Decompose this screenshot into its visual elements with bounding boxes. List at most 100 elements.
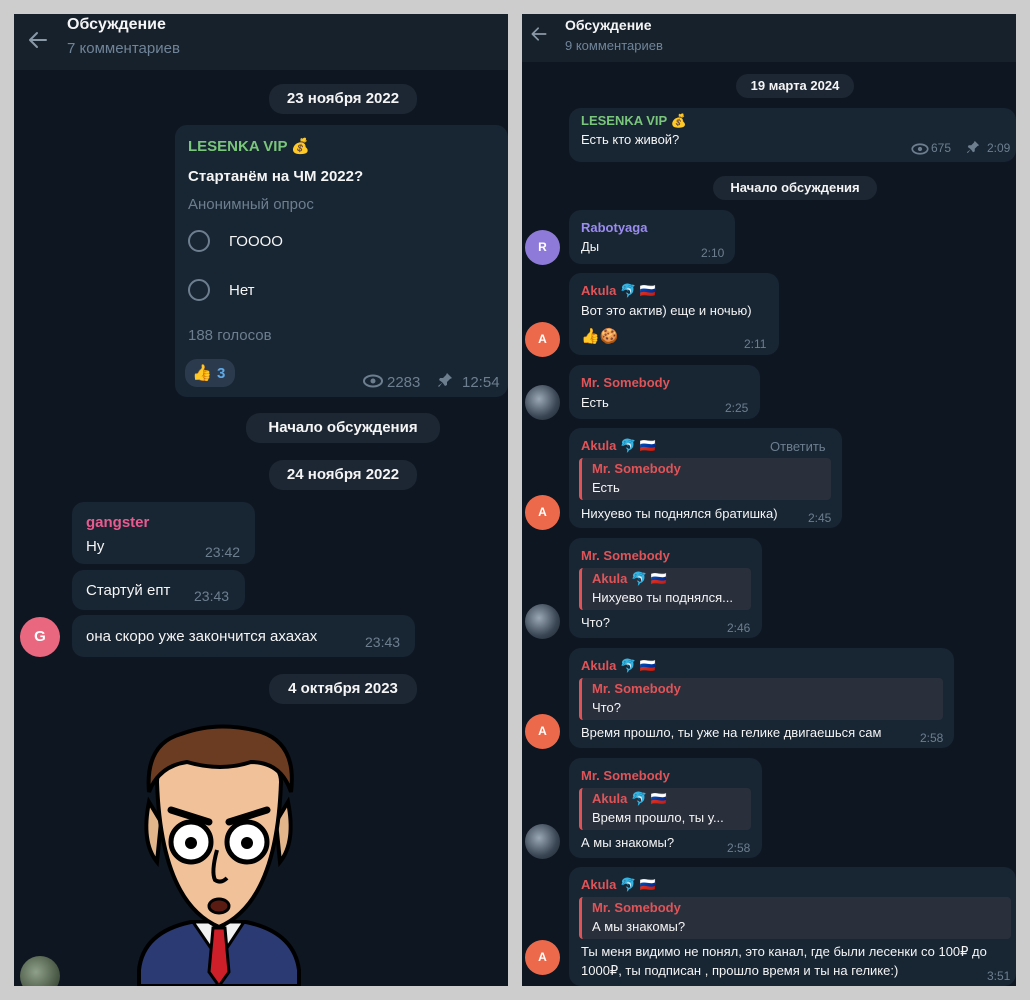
pin-icon [966, 140, 980, 159]
message-text: Нихуево ты поднялся братишка) [581, 506, 778, 521]
avatar[interactable]: A [525, 940, 560, 975]
message-text: Ну [86, 538, 105, 555]
poll-option-label[interactable]: ГОООО [229, 233, 283, 250]
message-time: 3:51 [987, 969, 1011, 983]
message-time: 2:11 [744, 337, 767, 351]
message-bubble: Rabotyaga Ды 2:10 [569, 210, 735, 264]
back-arrow-icon[interactable] [26, 28, 50, 52]
poll-votes-count: 188 голосов [188, 327, 272, 344]
poll-question: Стартанём на ЧМ 2022? [188, 168, 364, 185]
message-author[interactable]: Akula 🐬 🇷🇺 [581, 283, 656, 299]
reply-text: Время прошло, ты у... [592, 810, 724, 825]
message-time: 2:46 [727, 621, 751, 635]
date-separator: 23 ноября 2022 [269, 84, 417, 114]
avatar[interactable]: A [525, 322, 560, 357]
reaction-count: 3 [217, 365, 226, 382]
eye-icon [363, 374, 383, 393]
avatar[interactable] [525, 385, 560, 420]
discussion-start-label: Начало обсуждения [246, 413, 440, 443]
message-author[interactable]: Mr. Somebody [581, 375, 670, 390]
reply-author: Mr. Somebody [592, 461, 681, 476]
reply-text: Что? [592, 700, 621, 715]
message-text: Что? [581, 615, 610, 630]
avatar[interactable]: A [525, 714, 560, 749]
channel-post-poll: LESENKA VIP 💰 Стартанём на ЧМ 2022? Анон… [175, 125, 508, 397]
header: Обсуждение 9 комментариев [522, 14, 1016, 62]
reply-quote[interactable]: Mr. Somebody Что? [579, 678, 943, 720]
cartoon-man-sticker [131, 722, 306, 986]
header-subtitle: 7 комментариев [67, 40, 180, 57]
post-author: LESENKA VIP 💰 [188, 138, 311, 155]
message-text-line: 1000₽, ты подписан , прошло время и ты н… [581, 963, 899, 978]
poll-option-radio[interactable] [188, 230, 210, 252]
header: Обсуждение 7 комментариев [14, 14, 508, 70]
post-time: 12:54 [462, 374, 500, 391]
reply-text: А мы знакомы? [592, 919, 686, 934]
poll-option-label[interactable]: Нет [229, 282, 255, 299]
reply-quote[interactable]: Mr. Somebody Есть [579, 458, 831, 500]
message-bubble: Akula 🐬 🇷🇺 Mr. Somebody А мы знакомы? Ты… [569, 867, 1016, 986]
avatar[interactable]: G [20, 617, 60, 657]
back-arrow-icon[interactable] [529, 24, 549, 44]
message-author[interactable]: Akula 🐬 🇷🇺 [581, 877, 656, 893]
message-text: Ды [581, 239, 600, 254]
eye-icon [911, 142, 929, 160]
message-bubble: Mr. Somebody Akula 🐬 🇷🇺 Нихуево ты подня… [569, 538, 762, 638]
message-time: 2:45 [808, 511, 832, 525]
reply-quote[interactable]: Mr. Somebody А мы знакомы? [579, 897, 1011, 939]
reply-author: Akula 🐬 🇷🇺 [592, 571, 667, 586]
date-separator: 4 октября 2023 [269, 674, 417, 704]
reply-text: Нихуево ты поднялся... [592, 590, 733, 605]
message-author[interactable]: gangster [86, 514, 149, 531]
message-text: Есть [581, 395, 609, 410]
post-text: Есть кто живой? [581, 132, 680, 147]
message-author[interactable]: Akula 🐬 🇷🇺 [581, 658, 656, 674]
poll-type: Анонимный опрос [188, 196, 314, 213]
message-author[interactable]: Mr. Somebody [581, 768, 670, 783]
date-separator: 24 ноября 2022 [269, 460, 417, 490]
message-time: 23:43 [365, 634, 401, 650]
reply-text: Есть [592, 480, 620, 495]
message-author[interactable]: Mr. Somebody [581, 548, 670, 563]
message-text: она скоро уже закончится ахахах [86, 628, 318, 645]
message-bubble: Стартуй епт 23:43 [72, 570, 245, 610]
message-text: Время прошло, ты уже на гелике двигаешьс… [581, 725, 882, 740]
avatar[interactable] [525, 604, 560, 639]
message-text: Стартуй епт [86, 582, 171, 599]
reply-author: Mr. Somebody [592, 681, 681, 696]
avatar[interactable] [525, 824, 560, 859]
post-views: 2283 [387, 374, 421, 391]
message-text: А мы знакомы? [581, 835, 675, 850]
message-time: 23:43 [194, 588, 230, 604]
reply-quote[interactable]: Akula 🐬 🇷🇺 Нихуево ты поднялся... [579, 568, 751, 610]
date-separator: 19 марта 2024 [736, 74, 854, 98]
message-bubble: Akula 🐬 🇷🇺 Mr. Somebody Что? Время прошл… [569, 648, 954, 748]
header-title: Обсуждение [67, 16, 166, 33]
reply-quote[interactable]: Akula 🐬 🇷🇺 Время прошло, ты у... [579, 788, 751, 830]
message-text-line: Ты меня видимо не понял, это канал, где … [581, 944, 987, 959]
pin-icon [437, 372, 453, 393]
reply-button[interactable]: Ответить [770, 439, 826, 454]
message-bubble: Akula 🐬 🇷🇺 Ответить Mr. Somebody Есть Ни… [569, 428, 842, 528]
poll-option-radio[interactable] [188, 279, 210, 301]
right-discussion-panel: Обсуждение 9 комментариев 19 марта 2024 … [522, 14, 1016, 986]
message-author[interactable]: Akula 🐬 🇷🇺 [581, 438, 656, 454]
reply-author: Mr. Somebody [592, 900, 681, 915]
message-author[interactable]: Rabotyaga [581, 220, 647, 235]
message-bubble: gangster Ну 23:42 [72, 502, 255, 564]
message-bubble: Akula 🐬 🇷🇺 Вот это актив) еще и ночью) 👍… [569, 273, 779, 355]
reply-author: Akula 🐬 🇷🇺 [592, 791, 667, 806]
reaction-badge[interactable]: 👍 3 [185, 359, 235, 387]
avatar[interactable]: A [525, 495, 560, 530]
avatar[interactable] [20, 956, 60, 986]
header-title: Обсуждение [565, 17, 652, 33]
message-time: 2:58 [920, 731, 944, 745]
reaction-badge[interactable]: 👍🍪 [581, 327, 618, 345]
header-subtitle: 9 комментариев [565, 38, 663, 53]
message-bubble: Mr. Somebody Akula 🐬 🇷🇺 Время прошло, ты… [569, 758, 762, 858]
message-time: 23:42 [205, 544, 241, 560]
thumbs-up-icon: 👍 [192, 365, 212, 382]
channel-post: LESENKA VIP 💰 Есть кто живой? 675 2:09 [569, 108, 1016, 162]
avatar[interactable]: R [525, 230, 560, 265]
message-bubble: она скоро уже закончится ахахах 23:43 [72, 615, 415, 657]
